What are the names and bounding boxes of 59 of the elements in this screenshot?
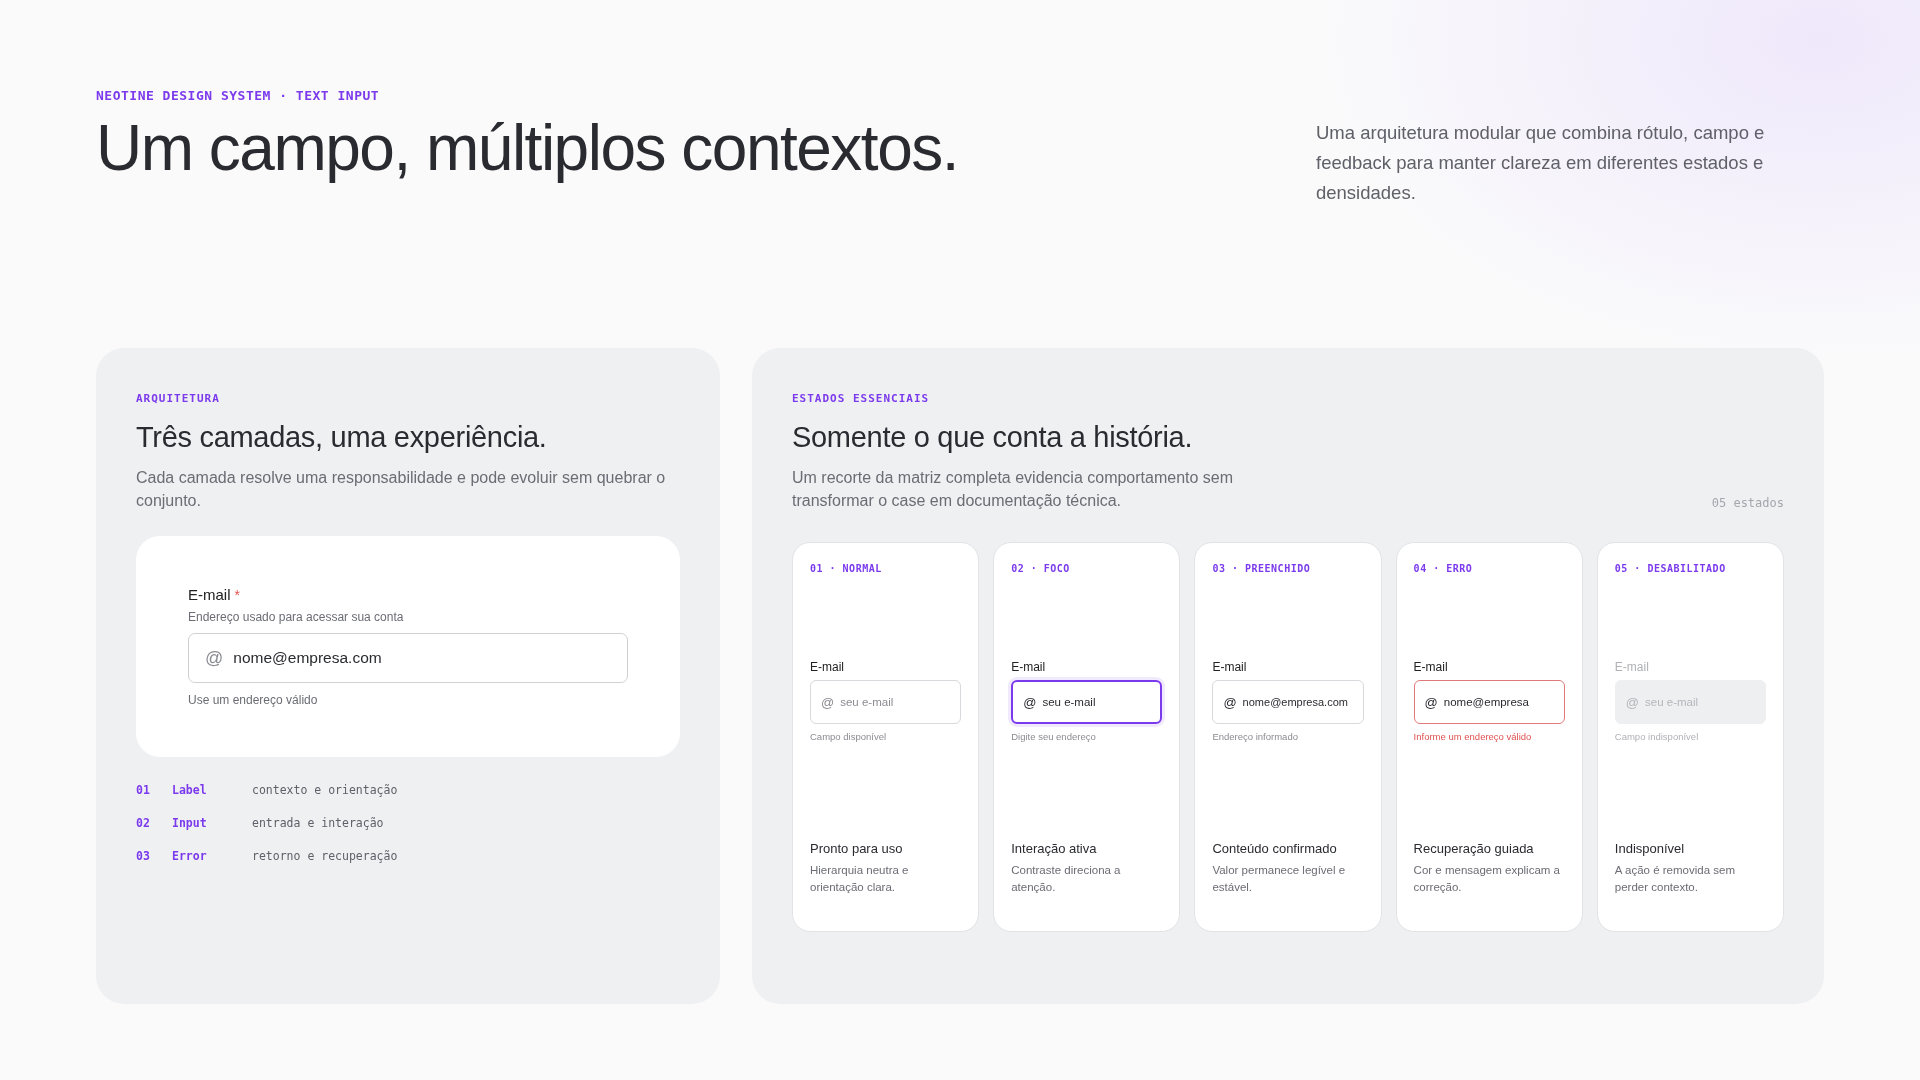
intro-text: Uma arquitetura modular que combina rótulo, campo e feedback para manter clareza em diferentes estados e densidades.	[1316, 121, 1766, 205]
section-eyebrow: ARQUITETURA	[136, 392, 221, 405]
helper-text: Endereço informado	[1212, 731, 1299, 742]
state-title: Interação ativa	[1011, 841, 1098, 856]
state-description: Hierarquia neutra e orientação clara.	[810, 863, 910, 895]
layer-role: retorno e recuperação	[252, 849, 398, 863]
state-tag: 01 · NORMAL	[810, 563, 962, 574]
section-description: Cada camada resolve uma responsabilidade e pode evoluir sem quebrar o conjunto.	[136, 468, 667, 511]
at-sign-icon: @	[1023, 694, 1037, 710]
layer-role: entrada e interação	[252, 816, 384, 830]
helper-text: Campo disponível	[810, 731, 888, 742]
section-title: Três camadas, uma experiência.	[136, 421, 548, 454]
layer-number: 03	[136, 849, 151, 863]
state-tag: 02 · FOCO	[1011, 563, 1163, 574]
helper-text: Use um endereço válido	[188, 693, 319, 707]
email-input-field[interactable]: @ seu e-mail	[1011, 680, 1163, 724]
state-description: Valor permanece legível e estável.	[1212, 863, 1347, 895]
layer-number: 01	[136, 783, 151, 797]
field-label: E-mail	[1011, 660, 1047, 674]
layer-number: 02	[136, 816, 151, 830]
field-label: E-mail	[1413, 660, 1449, 674]
field-hint: Endereço usado para acessar sua conta	[188, 610, 405, 624]
state-tag: 05 · DESABILITADO	[1614, 563, 1766, 574]
required-mark: *	[234, 587, 240, 603]
state-description: Contraste direciona a atenção.	[1011, 863, 1122, 895]
section-description: Um recorte da matriz completa evidencia comportamento sem transformar o case em documentação técnica.	[792, 468, 1235, 511]
state-description: Cor e mensagem explicam a correção.	[1413, 863, 1561, 895]
field-label: E-mail	[1212, 660, 1248, 674]
email-input-field[interactable]: @ seu e-mail	[810, 680, 962, 724]
state-title: Recuperação guiada	[1413, 841, 1535, 856]
helper-text: Informe um endereço válido	[1413, 731, 1533, 742]
state-title: Conteúdo confirmado	[1212, 841, 1338, 856]
at-sign-icon: @	[205, 647, 224, 669]
section-title: Somente o que conta a história.	[792, 421, 1194, 454]
at-sign-icon: @	[1223, 694, 1237, 710]
section-eyebrow: ESTADOS ESSENCIAIS	[792, 392, 931, 405]
state-title: Indisponível	[1614, 841, 1686, 856]
layer-name: Input	[172, 816, 208, 830]
email-input-field[interactable]: @ nome@empresa	[1413, 680, 1565, 724]
at-sign-icon: @	[821, 694, 835, 710]
eyebrow-label: NEOTINE DESIGN SYSTEM · TEXT INPUT	[96, 88, 381, 103]
state-tag: 03 · PREENCHIDO	[1212, 563, 1364, 574]
layer-name: Error	[172, 849, 208, 863]
at-sign-icon: @	[1625, 694, 1639, 710]
state-title: Pronto para uso	[810, 841, 904, 856]
state-description: A ação é removida sem perder contexto.	[1614, 863, 1736, 895]
states-count: 05 estados	[1711, 496, 1784, 510]
field-label: E-mail	[810, 660, 845, 674]
field-label: E-mail	[1614, 660, 1650, 674]
helper-text: Digite seu endereço	[1011, 731, 1097, 742]
at-sign-icon: @	[1424, 694, 1438, 710]
field-label: E-mail	[188, 586, 231, 603]
layer-name: Label	[172, 783, 208, 797]
page-title: Um campo, múltiplos contextos.	[96, 113, 958, 184]
email-input-field[interactable]: @ nome@empresa.com	[188, 633, 628, 683]
state-tag: 04 · ERRO	[1413, 563, 1565, 574]
layer-role: contexto e orientação	[252, 783, 398, 797]
helper-text: Campo indisponível	[1614, 731, 1700, 742]
email-input-field[interactable]: @ nome@empresa.com	[1212, 680, 1364, 724]
